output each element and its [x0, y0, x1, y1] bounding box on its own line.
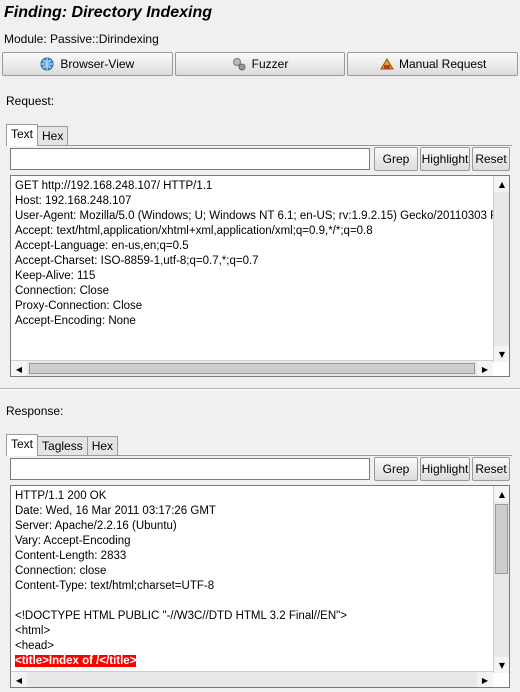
response-tab-divider: [6, 455, 512, 456]
request-line: Connection: Close: [15, 285, 109, 297]
request-line: Accept-Language: en-us,en;q=0.5: [15, 240, 189, 252]
finding-title: Finding: Directory Indexing: [4, 4, 213, 21]
fuzzer-icon: [232, 57, 246, 71]
request-reset-button[interactable]: Reset: [472, 147, 510, 171]
response-line: <title>Index of /</title>: [15, 654, 505, 669]
response-line: <head>: [15, 640, 55, 652]
response-line: Date: Wed, 16 Mar 2011 03:17:26 GMT: [15, 505, 216, 517]
scroll-down-icon[interactable]: ▼: [494, 346, 509, 362]
request-line: Host: 192.168.248.107: [15, 195, 132, 207]
request-tab-hex[interactable]: Hex: [37, 126, 69, 146]
fuzzer-label: Fuzzer: [251, 57, 289, 71]
response-vertical-scrollbar[interactable]: ▲ ▼: [493, 486, 509, 673]
split-divider[interactable]: [0, 388, 520, 390]
manual-request-button[interactable]: Manual Request: [347, 52, 519, 76]
response-line: <html>: [15, 625, 51, 637]
response-line: [15, 594, 505, 609]
response-search-input[interactable]: [10, 458, 370, 480]
fuzzer-button[interactable]: Fuzzer: [174, 52, 346, 76]
request-hscroll-thumb[interactable]: [29, 363, 475, 374]
response-content: HTTP/1.1 200 OK Date: Wed, 16 Mar 2011 03…: [11, 486, 509, 672]
response-horizontal-scrollbar[interactable]: ◀ ▶: [11, 671, 493, 687]
response-line: Server: Apache/2.2.16 (Ubuntu): [15, 520, 177, 532]
scroll-down-icon[interactable]: ▼: [494, 657, 509, 673]
scroll-up-icon[interactable]: ▲: [494, 176, 509, 192]
response-line: <!DOCTYPE HTML PUBLIC "-//W3C//DTD HTML …: [15, 610, 347, 622]
request-tabs: Text Hex: [6, 124, 69, 146]
response-line: Connection: close: [15, 565, 107, 577]
request-content: GET http://192.168.248.107/ HTTP/1.1 Host…: [11, 176, 509, 332]
request-line: Accept-Charset: ISO-8859-1,utf-8;q=0.7,*…: [15, 255, 259, 267]
request-horizontal-scrollbar[interactable]: ◀ ▶: [11, 360, 493, 376]
response-line: Vary: Accept-Encoding: [15, 535, 131, 547]
globe-icon: [40, 57, 54, 71]
toolbar: Browser-View Fuzzer Manual Request: [2, 52, 519, 76]
request-line: Keep-Alive: 115: [15, 270, 96, 282]
response-text-area[interactable]: HTTP/1.1 200 OK Date: Wed, 16 Mar 2011 03…: [10, 485, 510, 688]
browser-view-button[interactable]: Browser-View: [2, 52, 173, 76]
response-search-row: Grep Highlight Reset: [10, 457, 510, 481]
module-label: Module: Passive::Dirindexing: [4, 32, 159, 46]
response-grep-button[interactable]: Grep: [374, 457, 418, 481]
request-text-area[interactable]: GET http://192.168.248.107/ HTTP/1.1 Host…: [10, 175, 510, 377]
request-vertical-scrollbar[interactable]: ▲ ▼: [493, 176, 509, 362]
response-highlight-button[interactable]: Highlight: [420, 457, 470, 481]
request-highlight-button[interactable]: Highlight: [420, 147, 470, 171]
request-search-input[interactable]: [10, 148, 370, 170]
highlighted-match: <title>Index of /</title>: [15, 655, 137, 667]
request-grep-button[interactable]: Grep: [374, 147, 418, 171]
response-tab-tagless[interactable]: Tagless: [37, 436, 88, 456]
manual-request-icon: [379, 57, 394, 71]
scroll-right-icon[interactable]: ▶: [477, 672, 493, 687]
response-label: Response:: [6, 404, 64, 418]
scroll-right-icon[interactable]: ▶: [477, 361, 493, 376]
request-search-row: Grep Highlight Reset: [10, 147, 510, 171]
request-line: Accept: text/html,application/xhtml+xml,…: [15, 225, 373, 237]
response-vscroll-thumb[interactable]: [495, 504, 508, 574]
scroll-up-icon[interactable]: ▲: [494, 486, 509, 502]
response-reset-button[interactable]: Reset: [472, 457, 510, 481]
response-tab-text[interactable]: Text: [6, 434, 39, 456]
request-line: GET http://192.168.248.107/ HTTP/1.1: [15, 180, 213, 192]
request-line: Accept-Encoding: None: [15, 315, 136, 327]
response-line: HTTP/1.1 200 OK: [15, 490, 107, 502]
request-tab-divider: [6, 145, 512, 146]
request-label: Request:: [6, 94, 55, 108]
request-line: User-Agent: Mozilla/5.0 (Windows; U; Win…: [15, 210, 500, 222]
browser-view-label: Browser-View: [60, 57, 135, 71]
scroll-left-icon[interactable]: ◀: [11, 672, 27, 687]
request-line: Proxy-Connection: Close: [15, 300, 143, 312]
response-line: Content-Length: 2833: [15, 550, 127, 562]
response-tab-hex[interactable]: Hex: [86, 436, 119, 456]
manual-request-label: Manual Request: [398, 57, 487, 71]
response-tabs: Text Tagless Hex: [6, 434, 119, 456]
scroll-left-icon[interactable]: ◀: [11, 361, 27, 376]
request-tab-text[interactable]: Text: [6, 124, 39, 146]
response-line: Content-Type: text/html;charset=UTF-8: [15, 580, 215, 592]
